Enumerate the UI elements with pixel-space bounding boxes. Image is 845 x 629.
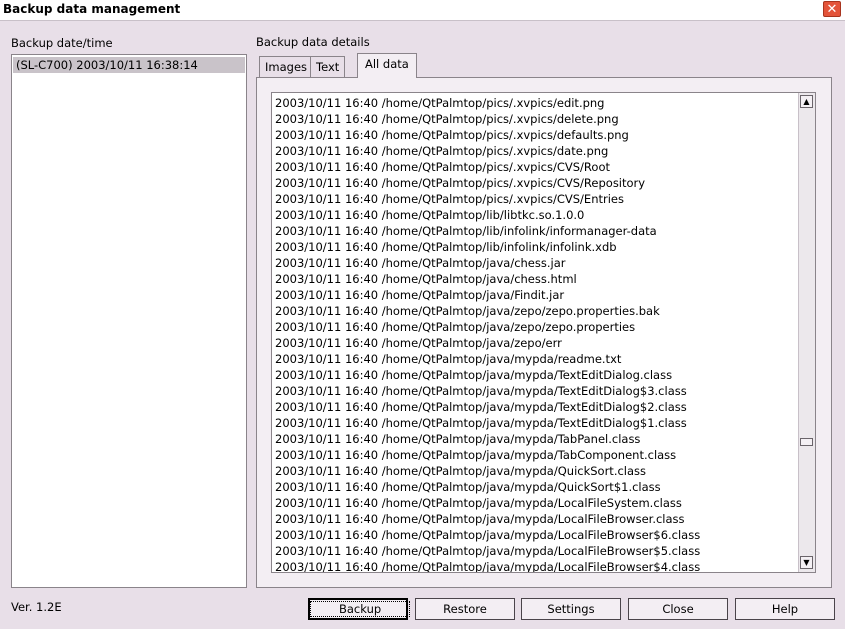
- version-label: Ver. 1.2E: [11, 600, 62, 614]
- help-button[interactable]: Help: [735, 598, 835, 620]
- file-row[interactable]: 2003/10/11 16:40 /home/QtPalmtop/java/my…: [275, 527, 795, 543]
- file-row[interactable]: 2003/10/11 16:40 /home/QtPalmtop/pics/.x…: [275, 95, 795, 111]
- file-row[interactable]: 2003/10/11 16:40 /home/QtPalmtop/lib/lib…: [275, 207, 795, 223]
- backup-date-list[interactable]: (SL-C700) 2003/10/11 16:38:14: [11, 54, 247, 588]
- backup-date-label: Backup date/time: [11, 36, 113, 50]
- settings-button[interactable]: Settings: [521, 598, 621, 620]
- file-row[interactable]: 2003/10/11 16:40 /home/QtPalmtop/java/Fi…: [275, 287, 795, 303]
- file-row[interactable]: 2003/10/11 16:40 /home/QtPalmtop/java/my…: [275, 559, 795, 572]
- file-row[interactable]: 2003/10/11 16:40 /home/QtPalmtop/pics/.x…: [275, 159, 795, 175]
- file-row[interactable]: 2003/10/11 16:40 /home/QtPalmtop/java/my…: [275, 543, 795, 559]
- scroll-up-icon[interactable]: ▲: [800, 95, 813, 108]
- file-row[interactable]: 2003/10/11 16:40 /home/QtPalmtop/pics/.x…: [275, 191, 795, 207]
- file-row[interactable]: 2003/10/11 16:40 /home/QtPalmtop/java/my…: [275, 367, 795, 383]
- file-row[interactable]: 2003/10/11 16:40 /home/QtPalmtop/java/ze…: [275, 335, 795, 351]
- backup-details-label: Backup data details: [256, 35, 370, 49]
- vertical-scrollbar[interactable]: ▲ ▼: [798, 93, 815, 572]
- close-button[interactable]: Close: [628, 598, 728, 620]
- backup-date-item[interactable]: (SL-C700) 2003/10/11 16:38:14: [13, 57, 245, 73]
- backup-button[interactable]: Backup: [308, 598, 411, 620]
- file-row[interactable]: 2003/10/11 16:40 /home/QtPalmtop/java/ch…: [275, 271, 795, 287]
- tab-text[interactable]: Text: [310, 56, 346, 78]
- file-row[interactable]: 2003/10/11 16:40 /home/QtPalmtop/lib/inf…: [275, 239, 795, 255]
- file-row[interactable]: 2003/10/11 16:40 /home/QtPalmtop/pics/.x…: [275, 175, 795, 191]
- tab-images[interactable]: Images: [259, 56, 314, 78]
- file-row[interactable]: 2003/10/11 16:40 /home/QtPalmtop/java/my…: [275, 431, 795, 447]
- file-list[interactable]: 2003/10/11 16:40 /home/QtPalmtop/pics/.x…: [271, 92, 816, 573]
- file-row[interactable]: 2003/10/11 16:40 /home/QtPalmtop/pics/.x…: [275, 127, 795, 143]
- file-row[interactable]: 2003/10/11 16:40 /home/QtPalmtop/pics/.x…: [275, 143, 795, 159]
- file-row[interactable]: 2003/10/11 16:40 /home/QtPalmtop/java/my…: [275, 447, 795, 463]
- window-title: Backup data management: [3, 2, 181, 16]
- file-row[interactable]: 2003/10/11 16:40 /home/QtPalmtop/java/my…: [275, 351, 795, 367]
- file-row[interactable]: 2003/10/11 16:40 /home/QtPalmtop/java/my…: [275, 383, 795, 399]
- scroll-thumb[interactable]: [800, 438, 813, 446]
- file-row[interactable]: 2003/10/11 16:40 /home/QtPalmtop/java/ze…: [275, 303, 795, 319]
- file-row[interactable]: 2003/10/11 16:40 /home/QtPalmtop/pics/.x…: [275, 111, 795, 127]
- file-row[interactable]: 2003/10/11 16:40 /home/QtPalmtop/lib/inf…: [275, 223, 795, 239]
- file-row[interactable]: 2003/10/11 16:40 /home/QtPalmtop/java/my…: [275, 511, 795, 527]
- close-window-button[interactable]: ✕: [823, 1, 841, 17]
- tab-all-data[interactable]: All data: [357, 53, 417, 78]
- file-rows: 2003/10/11 16:40 /home/QtPalmtop/pics/.x…: [275, 95, 795, 572]
- backup-button-label: Backup: [310, 601, 411, 617]
- scroll-down-icon[interactable]: ▼: [800, 556, 813, 569]
- file-row[interactable]: 2003/10/11 16:40 /home/QtPalmtop/java/my…: [275, 479, 795, 495]
- backup-window: Backup data management ✕ Backup date/tim…: [0, 0, 845, 629]
- file-row[interactable]: 2003/10/11 16:40 /home/QtPalmtop/java/my…: [275, 415, 795, 431]
- file-row[interactable]: 2003/10/11 16:40 /home/QtPalmtop/java/my…: [275, 399, 795, 415]
- restore-button[interactable]: Restore: [415, 598, 515, 620]
- file-row[interactable]: 2003/10/11 16:40 /home/QtPalmtop/java/ch…: [275, 255, 795, 271]
- title-bar: Backup data management ✕: [0, 0, 845, 21]
- file-row[interactable]: 2003/10/11 16:40 /home/QtPalmtop/java/my…: [275, 463, 795, 479]
- file-row[interactable]: 2003/10/11 16:40 /home/QtPalmtop/java/my…: [275, 495, 795, 511]
- file-row[interactable]: 2003/10/11 16:40 /home/QtPalmtop/java/ze…: [275, 319, 795, 335]
